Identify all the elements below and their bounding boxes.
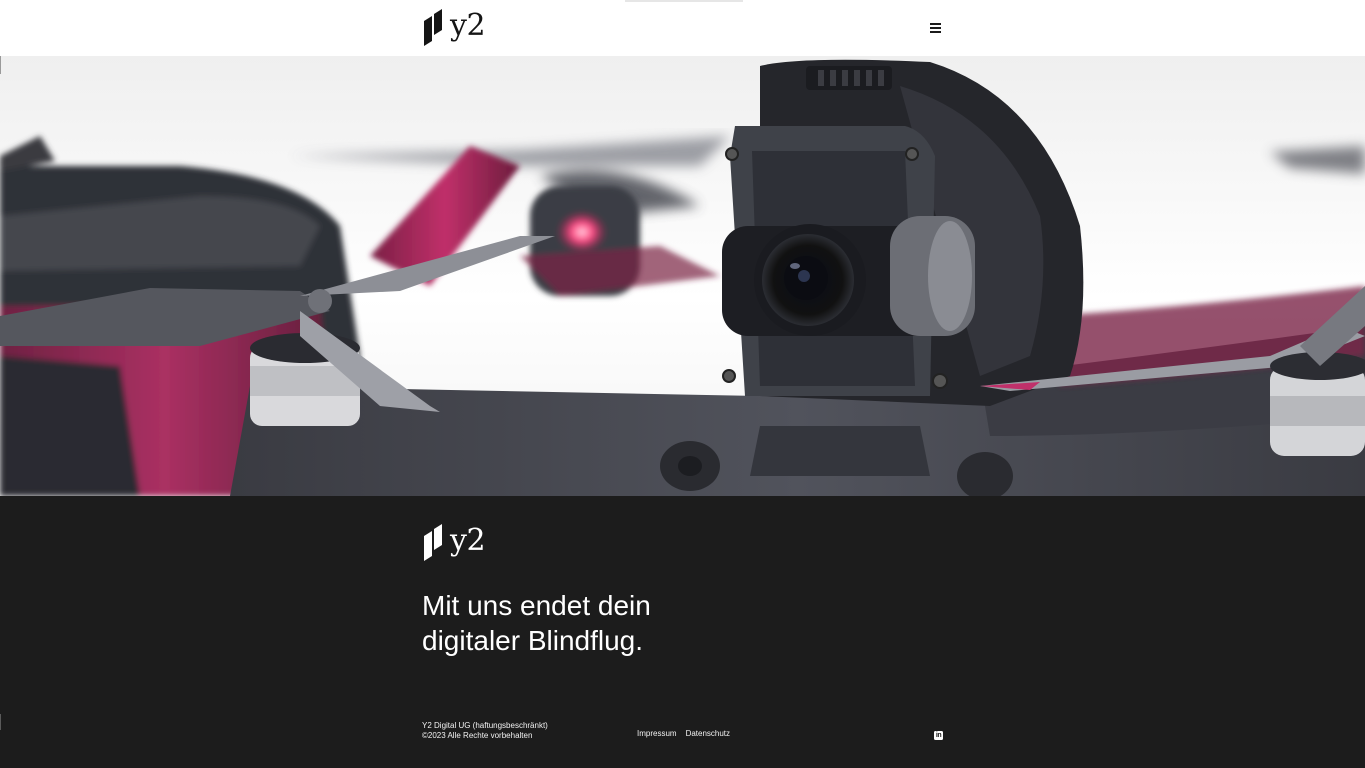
logo-text: y2 bbox=[450, 8, 486, 43]
footer-tagline: Mit uns endet dein digitaler Blindflug. bbox=[422, 590, 651, 656]
footer-nav: Impressum Datenschutz bbox=[637, 729, 739, 739]
copyright-text: ©2023 Alle Rechte vorbehalten bbox=[422, 731, 533, 740]
linkedin-icon[interactable]: in bbox=[934, 731, 943, 740]
logo-text: y2 bbox=[450, 523, 486, 558]
drone-illustration bbox=[0, 56, 1365, 496]
hero-drone-image bbox=[0, 56, 1365, 496]
impressum-link[interactable]: Impressum bbox=[637, 729, 677, 739]
edge-line bbox=[0, 56, 1, 74]
datenschutz-link[interactable]: Datenschutz bbox=[686, 729, 730, 739]
company-name: Y2 Digital UG (haftungsbeschränkt) bbox=[422, 721, 548, 730]
header-logo[interactable]: y2 bbox=[422, 8, 486, 47]
site-footer: y2 Mit uns endet dein digitaler Blindflu… bbox=[0, 496, 1365, 768]
company-info: Y2 Digital UG (haftungsbeschränkt) ©2023… bbox=[422, 721, 548, 741]
edge-line bbox=[0, 714, 1, 730]
logo-mark-icon bbox=[424, 524, 442, 561]
footer-logo[interactable]: y2 bbox=[422, 523, 486, 562]
site-header: y2 bbox=[0, 0, 1365, 56]
header-top-line bbox=[625, 0, 743, 2]
hamburger-menu-icon[interactable] bbox=[929, 21, 944, 34]
logo-mark-icon bbox=[424, 9, 442, 46]
